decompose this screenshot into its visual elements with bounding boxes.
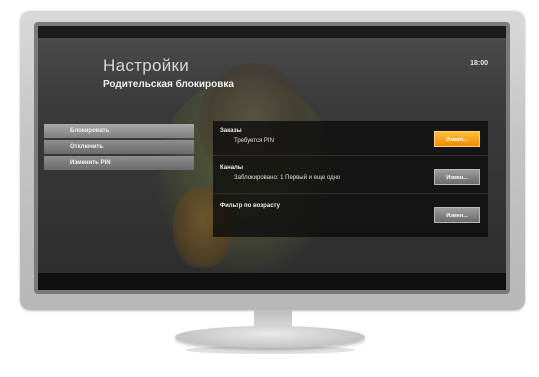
- menu-item-disable[interactable]: Отключить: [44, 140, 194, 154]
- menu-item-label: Отключить: [70, 144, 104, 150]
- menu-item-change-pin[interactable]: Изменить PIN: [44, 156, 194, 170]
- page-title: Настройки: [103, 56, 190, 75]
- settings-panel: Заказы Требуется PIN Измен... Каналы Заб…: [213, 121, 488, 237]
- change-age-filter-button[interactable]: Измен...: [434, 207, 480, 223]
- tv-screen: Настройки Родительская блокировка 18:00 …: [38, 26, 506, 290]
- tv-stand-base: [175, 326, 365, 348]
- menu-item-block[interactable]: Блокировать: [44, 124, 194, 138]
- side-menu: Блокировать Отключить Изменить PIN: [44, 124, 194, 172]
- menu-item-label: Изменить PIN: [70, 160, 111, 166]
- bottom-bar: [38, 273, 506, 290]
- clock: 18:00: [470, 60, 488, 67]
- change-orders-button[interactable]: Измен...: [434, 131, 480, 147]
- page-subtitle: Родительская блокировка: [103, 79, 234, 90]
- divider: [213, 155, 488, 156]
- settings-screen: Настройки Родительская блокировка 18:00 …: [38, 38, 506, 273]
- menu-item-label: Блокировать: [70, 128, 110, 134]
- divider: [213, 193, 488, 194]
- change-channels-button[interactable]: Измен...: [434, 169, 480, 185]
